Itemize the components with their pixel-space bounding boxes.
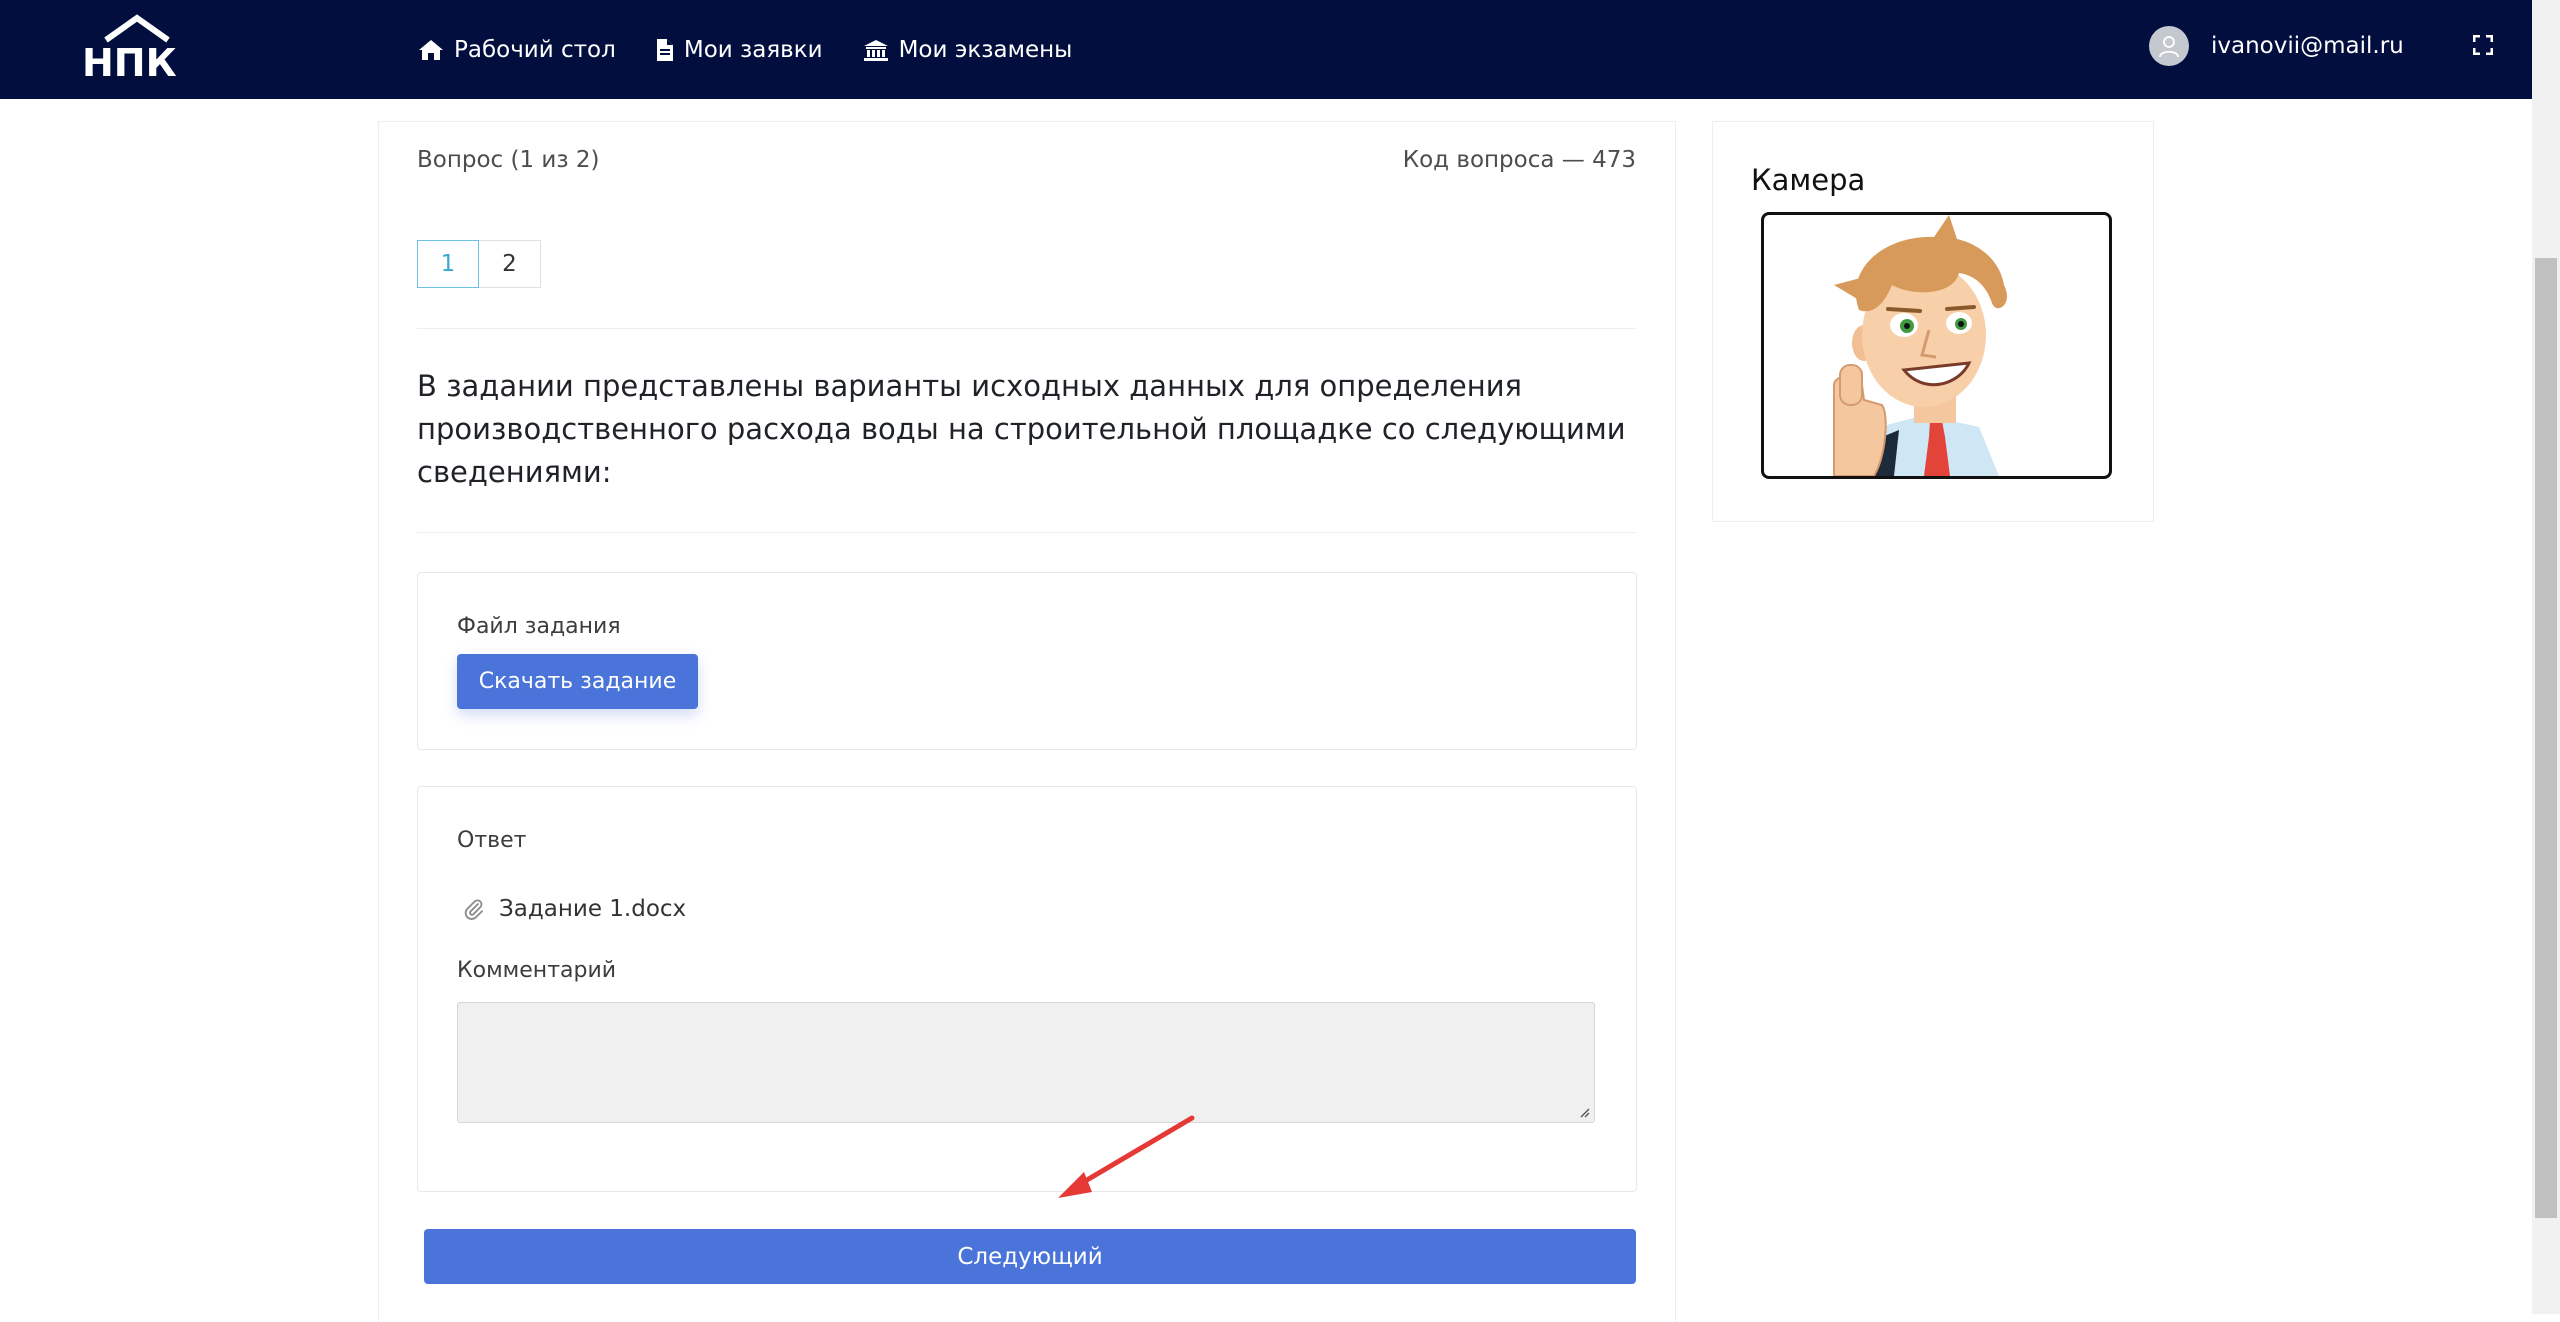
nav-label-desktop: Рабочий стол — [454, 36, 616, 63]
paperclip-icon — [464, 899, 483, 920]
answer-label: Ответ — [457, 828, 527, 853]
camera-feed — [1761, 212, 2112, 479]
nav-item-desktop[interactable]: Рабочий стол — [418, 37, 616, 63]
user-icon — [2159, 36, 2179, 58]
nav-label-applications: Мои заявки — [683, 36, 823, 63]
nav-label-exams: Мои экзамены — [898, 36, 1073, 63]
attached-file-name[interactable]: Задание 1.docx — [499, 896, 686, 922]
scrollbar-thumb[interactable] — [2535, 258, 2557, 1218]
avatar[interactable] — [2149, 26, 2189, 66]
download-task-button[interactable]: Скачать задание — [457, 654, 698, 709]
question-pager: 1 2 — [417, 240, 541, 288]
user-email[interactable]: ivanovii@mail.ru — [2211, 33, 2404, 59]
home-icon — [419, 39, 443, 60]
question-code: Код вопроса — 473 — [1402, 147, 1636, 173]
fullscreen-icon[interactable] — [2473, 35, 2493, 55]
divider — [417, 532, 1636, 533]
attached-file[interactable]: Задание 1.docx — [463, 896, 686, 922]
camera-title: Камера — [1751, 163, 1866, 197]
page-button-2[interactable]: 2 — [479, 240, 541, 288]
task-file-label: Файл задания — [457, 614, 621, 639]
cartoon-avatar-image — [1833, 215, 2007, 476]
resize-grip-icon[interactable] — [1578, 1106, 1590, 1118]
logo[interactable]: НПК — [80, 14, 195, 80]
next-button[interactable]: Следующий — [424, 1229, 1636, 1284]
document-icon — [656, 38, 673, 61]
main-nav: Рабочий стол Мои заявки Мои экзамены — [418, 0, 1112, 99]
answer-card — [417, 786, 1637, 1192]
top-navbar: НПК Рабочий стол Мои заявки Мои экзамены… — [0, 0, 2532, 99]
page-button-1[interactable]: 1 — [417, 240, 479, 288]
question-text: В задании представлены варианты исходных… — [417, 369, 1626, 489]
question-counter: Вопрос (1 из 2) — [417, 147, 600, 173]
comment-textarea[interactable] — [457, 1002, 1595, 1123]
nav-item-applications[interactable]: Мои заявки — [656, 37, 823, 63]
institution-icon — [863, 39, 888, 61]
comment-label: Комментарий — [457, 958, 617, 983]
nav-item-exams[interactable]: Мои экзамены — [863, 36, 1073, 63]
divider — [417, 328, 1636, 329]
user-menu[interactable]: ivanovii@mail.ru — [2149, 26, 2404, 66]
logo-text: НПК — [82, 41, 177, 80]
pointer-arrow-icon — [1058, 1115, 1195, 1198]
